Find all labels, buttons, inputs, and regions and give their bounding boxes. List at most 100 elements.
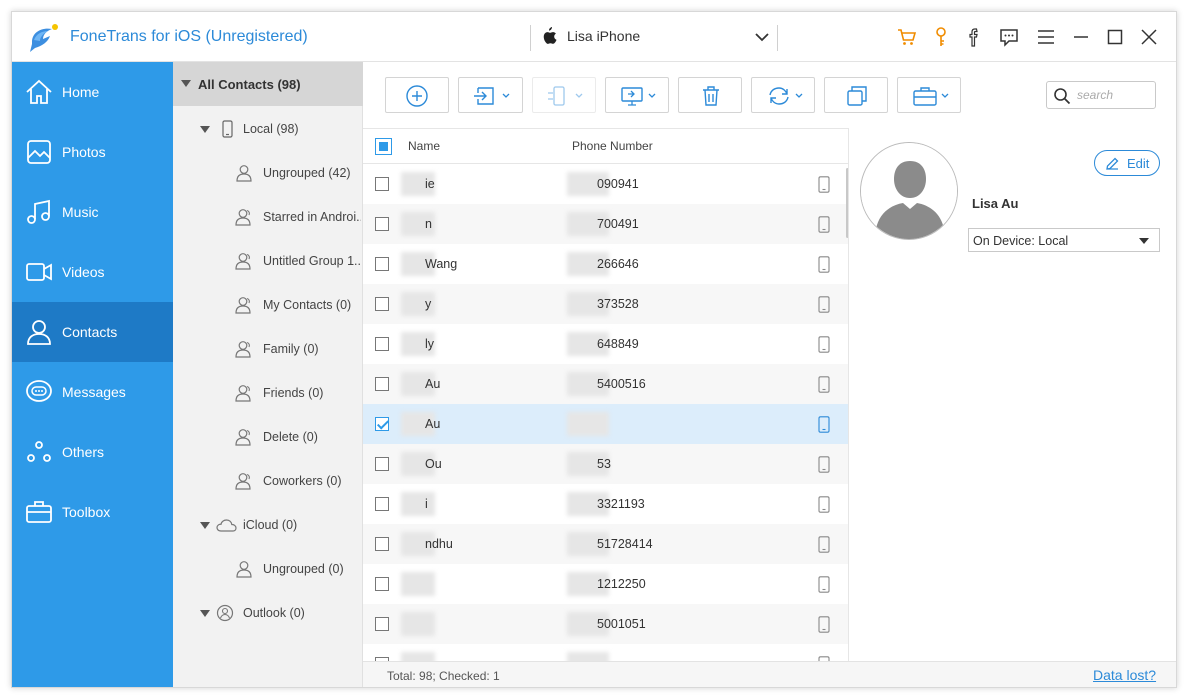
sidebar-item-contacts[interactable]: Contacts xyxy=(12,302,173,362)
group-icon xyxy=(235,385,251,402)
row-checkbox[interactable] xyxy=(375,257,389,271)
group-friends[interactable]: Friends (0) xyxy=(235,384,361,406)
export-to-device-button[interactable] xyxy=(532,77,596,113)
sidebar-item-label: Home xyxy=(62,84,100,100)
row-checkbox[interactable] xyxy=(375,417,389,431)
column-header-name[interactable]: Name xyxy=(408,139,440,153)
feedback-icon[interactable] xyxy=(998,26,1020,48)
row-checkbox[interactable] xyxy=(375,217,389,231)
contact-name: Lisa Au xyxy=(972,196,1019,211)
add-contact-button[interactable] xyxy=(385,77,449,113)
sync-button[interactable] xyxy=(751,77,815,113)
group-label: Family (0) xyxy=(263,342,319,356)
chevron-down-icon[interactable] xyxy=(755,32,769,42)
table-row[interactable]: 1212250 xyxy=(363,564,848,604)
group-icloud[interactable]: iCloud (0) xyxy=(200,516,360,538)
caret-down-icon[interactable] xyxy=(200,610,210,617)
row-checkbox[interactable] xyxy=(375,337,389,351)
data-lost-link[interactable]: Data lost? xyxy=(1093,667,1156,683)
group-icon xyxy=(235,297,251,314)
group-ungrouped[interactable]: Ungrouped (42) xyxy=(235,164,361,186)
group-label: Local (98) xyxy=(243,122,299,136)
toolbox-button[interactable] xyxy=(897,77,961,113)
caret-down-icon[interactable] xyxy=(181,80,191,87)
sidebar-item-others[interactable]: Others xyxy=(12,422,173,482)
group-local[interactable]: Local (98) xyxy=(200,120,360,142)
table-row[interactable]: ndhu 51728414 xyxy=(363,524,848,564)
table-row[interactable]: Ou 53 xyxy=(363,444,848,484)
edit-button[interactable]: Edit xyxy=(1094,150,1160,176)
table-row[interactable]: Au 5400516 xyxy=(363,364,848,404)
phone-icon xyxy=(818,576,830,593)
table-row[interactable]: ie 090941 xyxy=(363,164,848,204)
row-checkbox[interactable] xyxy=(375,457,389,471)
row-checkbox[interactable] xyxy=(375,297,389,311)
photos-icon xyxy=(27,140,51,164)
dropdown-caret-icon xyxy=(1139,238,1149,244)
group-all-contacts[interactable]: All Contacts (98) xyxy=(173,62,363,106)
maximize-icon[interactable] xyxy=(1104,26,1126,48)
minimize-icon[interactable] xyxy=(1070,26,1092,48)
menu-icon[interactable] xyxy=(1035,26,1057,48)
sidebar-item-toolbox[interactable]: Toolbox xyxy=(12,482,173,542)
avatar xyxy=(860,142,958,240)
table-row[interactable]: n 700491 xyxy=(363,204,848,244)
group-family[interactable]: Family (0) xyxy=(235,340,361,362)
row-checkbox[interactable] xyxy=(375,617,389,631)
select-all-checkbox[interactable] xyxy=(375,138,392,155)
sidebar-item-label: Messages xyxy=(62,384,126,400)
facebook-icon[interactable] xyxy=(963,26,985,48)
export-to-pc-button[interactable] xyxy=(605,77,669,113)
table-row[interactable]: 5001051 xyxy=(363,604,848,644)
group-outlook[interactable]: Outlook (0) xyxy=(200,604,360,626)
redacted-phone xyxy=(567,652,609,661)
group-my-contacts[interactable]: My Contacts (0) xyxy=(235,296,361,318)
close-icon[interactable] xyxy=(1138,26,1160,48)
key-icon[interactable] xyxy=(930,26,952,48)
delete-button[interactable] xyxy=(678,77,742,113)
row-checkbox[interactable] xyxy=(375,577,389,591)
row-checkbox[interactable] xyxy=(375,537,389,551)
caret-down-icon[interactable] xyxy=(200,126,210,133)
default-avatar-icon xyxy=(861,143,957,239)
contact-phone-cell: 3321193 xyxy=(597,497,645,511)
search-input[interactable] xyxy=(1077,86,1151,104)
import-button[interactable] xyxy=(458,77,523,113)
contact-name-cell: Au xyxy=(425,377,441,391)
contacts-icon xyxy=(27,320,51,345)
table-row[interactable]: Au xyxy=(363,404,848,444)
sidebar-item-videos[interactable]: Videos xyxy=(12,242,173,302)
table-row[interactable]: ly 648849 xyxy=(363,324,848,364)
table-row[interactable]: Wang 266646 xyxy=(363,244,848,284)
table-row[interactable] xyxy=(363,644,848,661)
export-to-device-icon xyxy=(548,86,583,106)
row-checkbox[interactable] xyxy=(375,497,389,511)
device-name: Lisa iPhone xyxy=(567,28,641,44)
sidebar-item-music[interactable]: Music xyxy=(12,182,173,242)
group-label: Friends (0) xyxy=(263,386,324,400)
person-icon xyxy=(236,561,252,578)
device-location-select[interactable]: On Device: Local xyxy=(968,228,1160,252)
column-header-phone[interactable]: Phone Number xyxy=(572,139,653,153)
row-checkbox[interactable] xyxy=(375,377,389,391)
duplicate-button[interactable] xyxy=(824,77,888,113)
group-untitled[interactable]: Untitled Group 1... xyxy=(235,252,361,274)
table-row[interactable]: y 373528 xyxy=(363,284,848,324)
table-row[interactable]: i 3321193 xyxy=(363,484,848,524)
redacted-name xyxy=(401,652,435,661)
music-icon xyxy=(27,199,50,224)
videos-icon xyxy=(26,263,52,281)
device-selector[interactable]: Lisa iPhone xyxy=(530,25,778,51)
row-checkbox[interactable] xyxy=(375,177,389,191)
group-icloud-ungrouped[interactable]: Ungrouped (0) xyxy=(235,560,361,582)
group-coworkers[interactable]: Coworkers (0) xyxy=(235,472,361,494)
group-delete[interactable]: Delete (0) xyxy=(235,428,361,450)
search-box[interactable] xyxy=(1046,81,1156,109)
group-starred[interactable]: Starred in Androi... xyxy=(235,208,361,230)
contact-name-cell: ndhu xyxy=(425,537,453,551)
caret-down-icon[interactable] xyxy=(200,522,210,529)
cart-icon[interactable] xyxy=(896,26,918,48)
sidebar-item-messages[interactable]: Messages xyxy=(12,362,173,422)
sidebar-item-home[interactable]: Home xyxy=(12,62,173,122)
sidebar-item-photos[interactable]: Photos xyxy=(12,122,173,182)
